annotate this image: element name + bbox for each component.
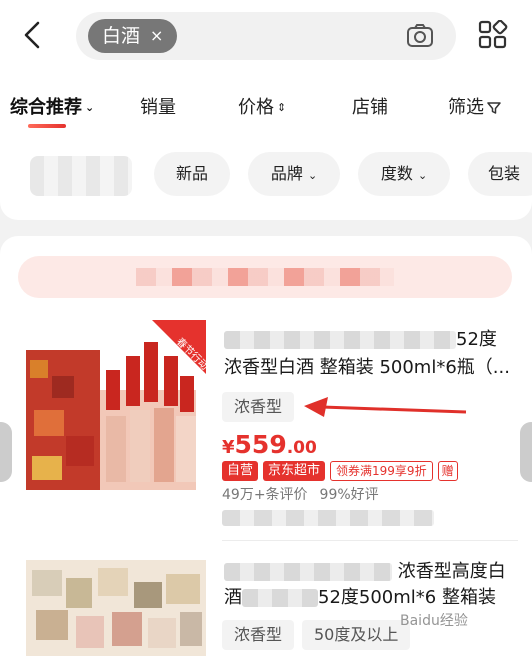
chevron-down-icon: ⌄ — [307, 169, 318, 182]
product-tag: 50度及以上 — [302, 620, 411, 650]
promo-banner[interactable] — [18, 256, 512, 298]
self-operated-badge: 自营 — [222, 461, 259, 481]
filter-chip-brand[interactable]: 品牌 ⌄ — [248, 152, 340, 196]
product-title-line1[interactable]: 52度 — [224, 326, 514, 354]
jd-supermarket-badge: 京东超市 — [263, 461, 326, 481]
filter-chip-package[interactable]: 包装 — [468, 152, 532, 196]
product-title-line1[interactable]: 浓香型高度白 — [224, 558, 520, 586]
chevron-down-icon: ⌄ — [417, 169, 428, 182]
tab-price[interactable]: 价格 ⇕ — [238, 92, 286, 124]
search-bar[interactable]: 白酒 × — [76, 12, 456, 60]
camera-icon[interactable] — [406, 23, 434, 49]
category-grid-icon[interactable] — [478, 20, 508, 50]
search-keyword: 白酒 — [102, 25, 141, 47]
blurred-shop-name[interactable] — [222, 510, 434, 526]
product-title-line2[interactable]: 浓香型白酒 整箱装 500ml*6瓶（... — [224, 354, 520, 382]
tab-sales[interactable]: 销量 — [140, 92, 176, 124]
product-tag: 浓香型 — [222, 392, 295, 422]
tab-shop[interactable]: 店铺 — [352, 92, 388, 124]
tab-filter[interactable]: 筛选 — [448, 92, 501, 124]
tab-comprehensive[interactable]: 综合推荐 ⌄ — [10, 92, 94, 124]
blurred-promo-text — [136, 268, 394, 286]
search-keyword-chip[interactable]: 白酒 × — [88, 19, 178, 53]
product-image[interactable] — [26, 560, 206, 656]
filter-icon — [487, 102, 501, 114]
product-price: ¥559.00 — [222, 430, 317, 459]
annotation-arrow-icon — [304, 397, 467, 417]
active-tab-indicator — [28, 124, 66, 128]
blurred-filter-chip[interactable] — [30, 156, 132, 196]
coupon-badge[interactable]: 领券满199享9折 — [330, 461, 433, 481]
scroll-right-handle[interactable] — [520, 422, 532, 482]
back-arrow-icon[interactable] — [18, 20, 48, 50]
watermark: Baidu经验 — [400, 613, 468, 629]
clear-keyword-icon[interactable]: × — [150, 19, 163, 53]
sort-updown-icon: ⇕ — [277, 101, 287, 114]
filter-chip-abv[interactable]: 度数 ⌄ — [358, 152, 450, 196]
product-badges: 自营 京东超市 领券满199享9折 赠 — [222, 460, 458, 482]
review-count: 49万+条评价 — [222, 487, 308, 503]
scroll-left-handle[interactable] — [0, 422, 12, 482]
positive-rate: 99%好评 — [319, 487, 379, 503]
blurred-brand-name — [242, 589, 318, 607]
blurred-brand-name — [224, 563, 392, 581]
product-tag: 浓香型 — [222, 620, 295, 650]
gift-badge: 赠 — [437, 461, 458, 481]
filter-chip-new[interactable]: 新品 — [154, 152, 230, 196]
product-title-line2[interactable]: 酒 52度500ml*6 整箱装 — [224, 584, 520, 612]
divider — [222, 540, 518, 541]
product-image[interactable]: 春节行动 — [26, 320, 206, 498]
blurred-brand-name — [224, 331, 456, 349]
filter-chip-row: 新品 品牌 ⌄ 度数 ⌄ 包装 — [0, 152, 532, 196]
chevron-down-icon: ⌄ — [85, 101, 95, 114]
product-reviews: 49万+条评价 99%好评 — [222, 486, 379, 504]
sort-tabs: 综合推荐 ⌄ 销量 价格 ⇕ 店铺 筛选 — [0, 92, 532, 126]
